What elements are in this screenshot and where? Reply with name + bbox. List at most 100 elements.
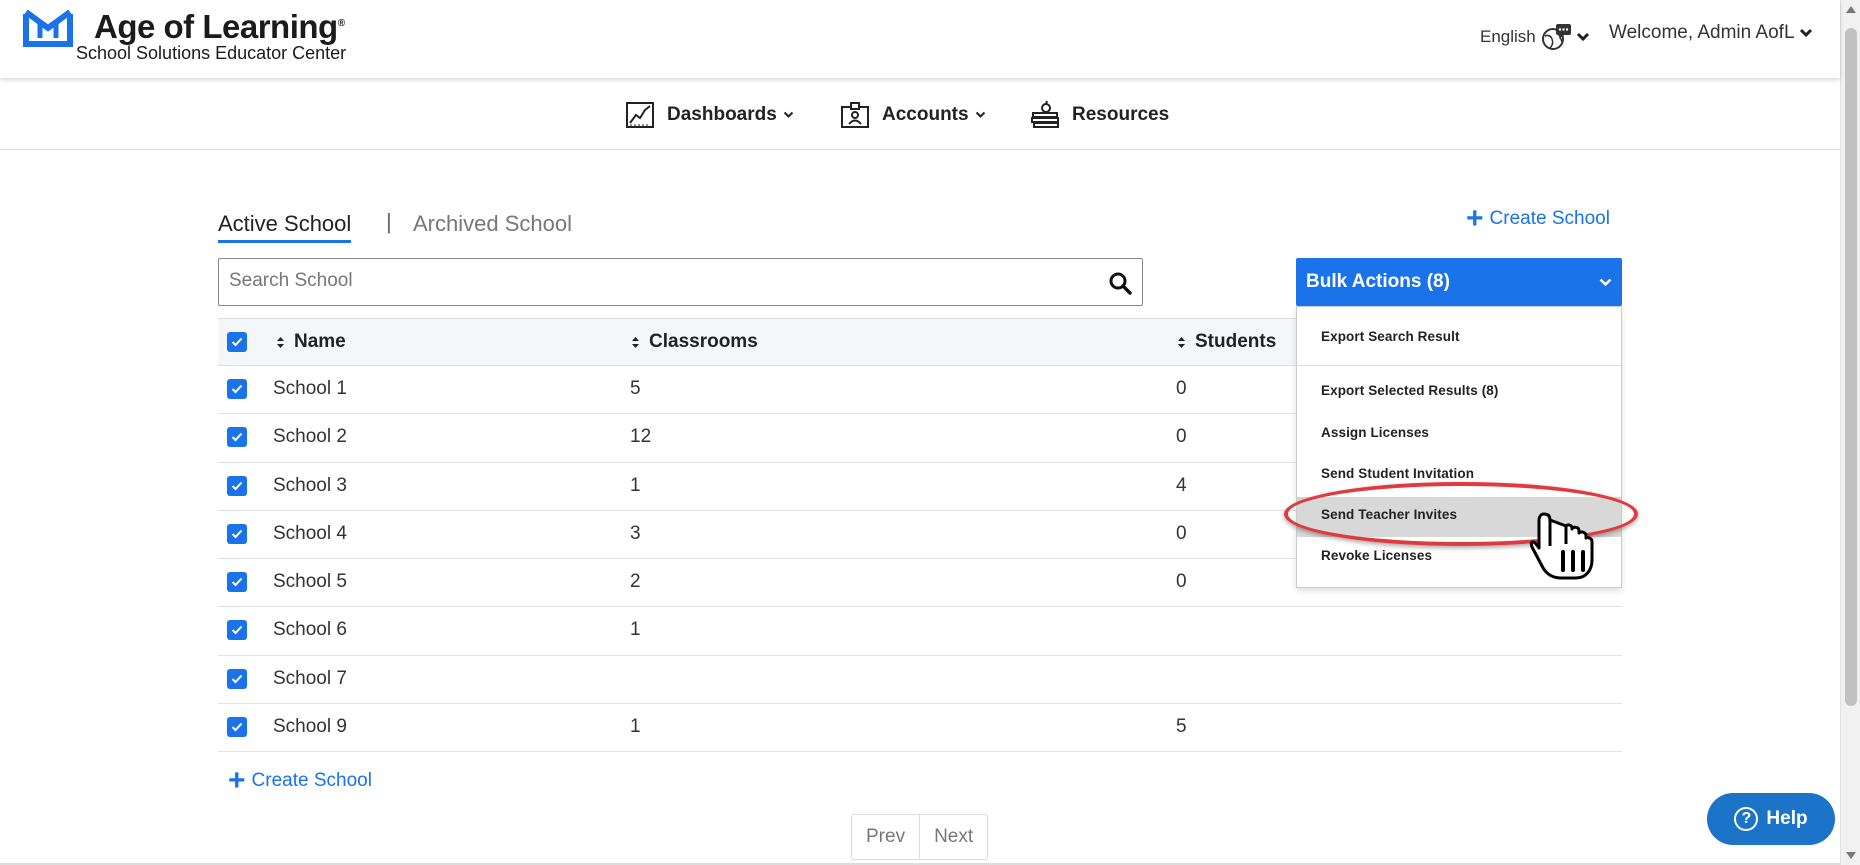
classrooms-count: 12 — [630, 426, 652, 448]
age-of-learning-logo-icon[interactable] — [22, 8, 84, 48]
bulk-actions-label: Bulk Actions (8) — [1306, 271, 1450, 292]
menu-item-assign-licenses[interactable]: Assign Licenses — [1321, 425, 1429, 440]
school-name[interactable]: School 1 — [273, 378, 347, 400]
row-checkbox[interactable] — [227, 523, 247, 544]
table-row: School 6 1 — [218, 607, 1622, 656]
students-count: 4 — [1176, 474, 1187, 496]
students-count: 0 — [1176, 522, 1187, 544]
row-checkbox[interactable] — [227, 379, 247, 399]
menu-item-export-selected-results[interactable]: Export Selected Results (8) — [1321, 383, 1499, 398]
check-icon — [231, 578, 243, 587]
classrooms-count: 1 — [630, 619, 641, 641]
language-selector[interactable]: English — [1480, 22, 1590, 52]
menu-divider — [1297, 365, 1621, 366]
check-icon — [231, 626, 243, 635]
scroll-down-arrow-icon[interactable] — [1846, 852, 1856, 859]
school-name[interactable]: School 2 — [273, 426, 347, 448]
pagination: Prev Next — [851, 814, 989, 860]
column-header-classrooms[interactable]: Classrooms — [631, 331, 758, 353]
sort-icon — [277, 336, 284, 348]
column-header-name[interactable]: Name — [276, 331, 346, 353]
menu-item-send-student-invitation[interactable]: Send Student Invitation — [1321, 466, 1474, 481]
prev-button[interactable]: Prev — [852, 815, 919, 859]
brand-subtitle: School Solutions Educator Center — [76, 43, 347, 63]
chart-icon — [626, 102, 654, 128]
check-icon — [231, 529, 243, 539]
students-count: 0 — [1176, 426, 1187, 448]
create-school-label: Create School — [251, 770, 372, 791]
table-row: School 7 — [218, 656, 1622, 705]
search-icon[interactable] — [1108, 271, 1132, 295]
create-school-link-top[interactable]: + Create School — [1466, 202, 1610, 235]
classrooms-count: 2 — [630, 571, 641, 593]
column-header-label: Students — [1195, 331, 1277, 352]
search-box — [218, 258, 1143, 306]
row-checkbox[interactable] — [227, 620, 247, 641]
chevron-down-icon — [1576, 32, 1589, 42]
school-name[interactable]: School 6 — [273, 619, 347, 641]
row-checkbox[interactable] — [227, 427, 247, 448]
hand-pointer-cursor-icon — [1530, 512, 1594, 580]
chevron-down-icon — [1799, 28, 1812, 38]
scroll-thumb[interactable] — [1845, 28, 1857, 706]
chevron-down-icon — [1599, 278, 1612, 287]
id-badge-icon — [841, 102, 869, 128]
students-count: 0 — [1176, 378, 1187, 399]
nav-dashboards-label: Dashboards — [667, 104, 777, 125]
students-count: 0 — [1176, 571, 1187, 593]
nav-accounts-label: Accounts — [882, 104, 969, 125]
sort-icon — [1178, 336, 1185, 348]
next-button[interactable]: Next — [919, 815, 987, 859]
chevron-down-icon — [975, 111, 985, 118]
school-name[interactable]: School 7 — [273, 668, 347, 690]
students-count: 5 — [1176, 716, 1187, 738]
school-name[interactable]: School 5 — [273, 571, 347, 593]
welcome-label: Welcome, Admin AofL — [1609, 22, 1795, 43]
question-icon: ? — [1734, 807, 1759, 831]
school-name[interactable]: School 3 — [273, 475, 347, 497]
tab-archived-school[interactable]: Archived School — [413, 211, 572, 237]
menu-item-revoke-licenses[interactable]: Revoke Licenses — [1321, 548, 1432, 563]
help-button[interactable]: ? Help — [1707, 793, 1835, 845]
table-row: School 9 1 5 — [218, 704, 1622, 753]
row-checkbox[interactable] — [227, 572, 247, 593]
select-all-checkbox[interactable] — [227, 332, 247, 352]
search-input[interactable] — [229, 259, 1089, 303]
check-icon — [231, 722, 243, 732]
check-icon — [231, 384, 243, 394]
column-header-label: Name — [294, 331, 346, 352]
plus-icon: + — [1466, 202, 1484, 235]
chevron-down-icon — [783, 111, 794, 118]
check-icon — [231, 674, 243, 684]
books-apple-icon — [1031, 100, 1059, 128]
nav-dashboards[interactable]: Dashboards — [625, 100, 794, 130]
school-name[interactable]: School 4 — [273, 523, 347, 545]
classrooms-count: 5 — [630, 378, 641, 399]
plus-icon: + — [228, 764, 246, 797]
user-menu[interactable]: Welcome, Admin AofL — [1609, 22, 1813, 44]
top-header: Age of Learning® School Solutions Educat… — [0, 0, 1840, 78]
column-header-students[interactable]: Students — [1177, 331, 1276, 353]
menu-item-export-search-result[interactable]: Export Search Result — [1321, 329, 1460, 344]
brand-title: Age of Learning® — [94, 8, 345, 45]
check-icon — [231, 433, 243, 442]
classrooms-count: 1 — [630, 474, 641, 496]
sort-icon — [632, 336, 639, 348]
row-checkbox[interactable] — [227, 717, 247, 738]
nav-resources-label: Resources — [1072, 104, 1170, 125]
page-scrollbar[interactable] — [1840, 0, 1860, 865]
row-checkbox[interactable] — [227, 668, 247, 689]
bulk-actions-button[interactable]: Bulk Actions (8) — [1296, 258, 1622, 306]
nav-resources[interactable]: Resources — [1030, 100, 1169, 130]
check-icon — [231, 337, 243, 347]
tab-active-school[interactable]: Active School — [218, 211, 352, 243]
create-school-link-bottom[interactable]: + Create School — [228, 764, 372, 797]
main-nav: Dashboards Accounts Resources — [0, 78, 1840, 150]
nav-accounts[interactable]: Accounts — [840, 100, 986, 130]
row-checkbox[interactable] — [227, 475, 247, 496]
school-name[interactable]: School 9 — [273, 716, 347, 738]
classrooms-count: 1 — [630, 716, 641, 738]
column-header-label: Classrooms — [649, 331, 758, 352]
scroll-up-arrow-icon[interactable] — [1846, 6, 1856, 13]
globe-chat-icon — [1541, 24, 1571, 50]
